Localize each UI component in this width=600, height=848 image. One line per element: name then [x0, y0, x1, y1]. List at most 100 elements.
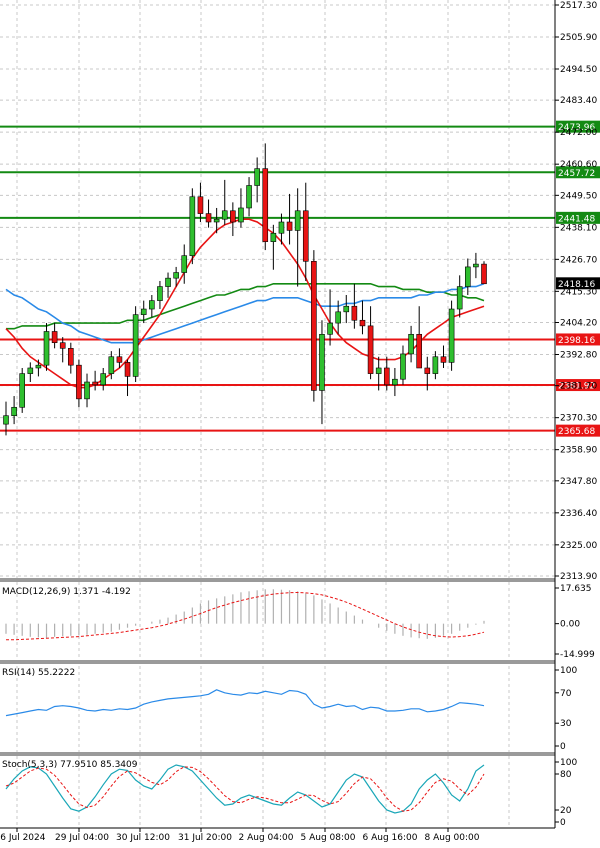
price-tick-label: 2381.70 [560, 382, 597, 392]
candle-body [424, 367, 431, 374]
macd-title: MACD(12,26,9) 1.371 -4.192 [2, 587, 131, 597]
candle-body [335, 311, 341, 324]
price-chart[interactable]: 2473.962457.722441.482398.162381.922365.… [0, 0, 600, 848]
candle-body [181, 255, 188, 273]
stoch-tick-label: 0 [560, 818, 566, 828]
price-tick-label: 2472.00 [560, 128, 597, 138]
candle-body [108, 356, 115, 374]
macd-tick-label: -14.999 [560, 650, 595, 660]
candle-body [367, 325, 374, 374]
candle-body [400, 353, 406, 380]
candle-body [221, 210, 228, 220]
price-tick-label: 2449.50 [560, 191, 597, 201]
candle-body [124, 362, 131, 377]
rsi-tick-label: 100 [560, 666, 577, 676]
price-tick-label: 2325.00 [560, 541, 597, 551]
candle-body [416, 333, 422, 369]
time-tick-label: 8 Aug 00:00 [425, 833, 480, 843]
candle-body [262, 168, 269, 242]
candle-body [140, 308, 147, 315]
candle-body [408, 333, 414, 355]
candle-body [383, 367, 390, 386]
candle-body [35, 364, 42, 369]
price-tick-label: 2404.20 [560, 319, 597, 329]
candle-body [302, 210, 309, 262]
price-tick-label: 2313.90 [560, 572, 597, 582]
candle-body [375, 367, 382, 374]
stoch-tick-label: 80 [560, 770, 572, 780]
candle-body [278, 221, 285, 234]
candle-body [173, 272, 179, 279]
candle-body [197, 196, 204, 214]
time-tick-label: 30 Jul 12:00 [116, 833, 170, 843]
candle-body [84, 381, 90, 400]
candle-body [157, 286, 163, 301]
candle-body [246, 185, 252, 209]
candle-body [270, 232, 277, 242]
price-tick-label: 2370.30 [560, 414, 597, 424]
time-tick-label: 29 Jul 04:00 [55, 833, 109, 843]
rsi-title: RSI(14) 55.2222 [2, 668, 75, 678]
price-tick-label: 2505.90 [560, 33, 597, 43]
candle-body [165, 277, 171, 287]
candle-body [51, 331, 58, 344]
macd-tick-label: 0.00 [560, 620, 580, 630]
candle-body [351, 305, 358, 321]
candle-body [319, 333, 325, 391]
macd-tick-label: 17.635 [560, 584, 592, 594]
candle-body [230, 210, 236, 223]
candle-body [11, 406, 17, 417]
panel-separator [0, 660, 555, 664]
candle-body [464, 266, 471, 287]
candle-body [68, 348, 74, 366]
candle-body [473, 263, 479, 268]
candle-body [149, 300, 155, 310]
candle-body [43, 331, 50, 366]
time-tick-label: 2 Aug 04:00 [239, 833, 294, 843]
time-tick-label: 5 Aug 08:00 [301, 833, 356, 843]
candle-body [3, 415, 9, 425]
level-label: 2398.16 [558, 336, 595, 346]
price-tick-label: 2517.30 [560, 1, 597, 11]
rsi-tick-label: 30 [560, 719, 572, 729]
price-tick-label: 2483.40 [560, 96, 597, 106]
price-tick-label: 2438.10 [560, 223, 597, 233]
candle-body [27, 367, 34, 374]
candle-body [327, 322, 333, 335]
time-tick-label: 6 Aug 16:00 [363, 833, 418, 843]
candle-body [440, 356, 447, 363]
time-tick-label: 26 Jul 2024 [0, 833, 46, 843]
candle-body [116, 356, 123, 363]
current-price-label: 2418.16 [558, 280, 595, 290]
price-tick-label: 2336.40 [560, 509, 597, 519]
candle-body [205, 213, 212, 223]
candle-body [254, 168, 260, 186]
stoch-tick-label: 100 [560, 758, 577, 768]
price-tick-label: 2358.90 [560, 446, 597, 456]
level-label: 2365.68 [558, 427, 595, 437]
candle-body [189, 196, 196, 256]
price-tick-label: 2392.80 [560, 351, 597, 361]
stoch-tick-label: 20 [560, 806, 572, 816]
price-tick-label: 2426.70 [560, 255, 597, 265]
candle-body [359, 319, 366, 327]
time-tick-label: 31 Jul 20:00 [178, 833, 232, 843]
price-tick-label: 2494.50 [560, 65, 597, 75]
candle-body [213, 218, 220, 223]
candle-body [343, 305, 350, 313]
level-label: 2457.72 [558, 169, 595, 179]
candle-body [456, 286, 463, 310]
candle-body [132, 314, 139, 377]
candle-body [432, 356, 439, 374]
candle-body [19, 373, 26, 408]
price-tick-label: 2460.60 [560, 160, 597, 170]
candle-body [294, 210, 301, 231]
price-tick-label: 2347.80 [560, 477, 597, 487]
stoch-title: Stoch(5,3,3) 77.9510 85.3409 [2, 760, 138, 770]
candle-body [238, 207, 244, 223]
rsi-tick-label: 70 [560, 689, 572, 699]
rsi-tick-label: 0 [560, 742, 566, 752]
candle-body [481, 263, 487, 285]
candle-body [92, 381, 98, 386]
candle-body [286, 221, 293, 231]
